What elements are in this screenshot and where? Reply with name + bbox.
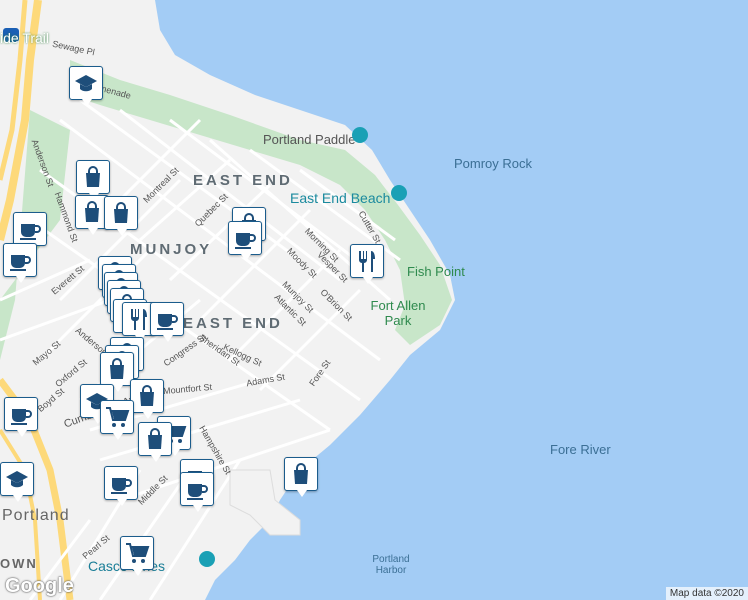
shopping-bag-pin[interactable] [138, 422, 172, 462]
beach-camera-icon[interactable] [391, 185, 407, 201]
fork-knife-pin[interactable] [350, 244, 384, 284]
coffee-cup-icon [8, 401, 34, 427]
portland-label: Portland [2, 507, 70, 524]
shopping-bag-pin[interactable] [76, 160, 110, 200]
google-logo: Google [5, 575, 74, 597]
fort-allen-park-label: Fort Allen Park [370, 298, 426, 328]
shopping-bag-icon [80, 164, 106, 190]
shopping-bag-icon [104, 356, 130, 382]
map-attribution[interactable]: Map data ©2020 [665, 587, 748, 600]
coffee-cup-icon [154, 306, 180, 332]
downtown-label: OWN [0, 556, 38, 571]
shopping-cart-icon [104, 404, 130, 430]
shopping-bag-pin[interactable] [284, 457, 318, 497]
coffee-cup-pin[interactable] [150, 302, 184, 342]
shopping-bag-pin[interactable] [130, 379, 164, 419]
shopping-bag-pin[interactable] [104, 196, 138, 236]
coffee-cup-icon [108, 470, 134, 496]
shopping-bag-icon [142, 426, 168, 452]
pomroy-rock-label: Pomroy Rock [454, 156, 533, 171]
shopping-bag-icon [134, 383, 160, 409]
fore-river-label: Fore River [550, 442, 611, 457]
graduation-cap-icon [73, 70, 99, 96]
fork-knife-icon [126, 306, 152, 332]
munjoy-label: MUNJOY [130, 241, 213, 258]
east-end-label: EAST END [193, 172, 293, 189]
portland-harbor-label: Portland Harbor [372, 554, 410, 576]
graduation-cap-icon [4, 466, 30, 492]
coffee-cup-pin[interactable] [228, 221, 262, 261]
fork-knife-icon [354, 248, 380, 274]
coffee-cup-icon [184, 476, 210, 502]
portland-paddle-label: Portland Paddle [263, 132, 356, 147]
coffee-cup-pin[interactable] [104, 466, 138, 506]
coffee-cup-icon [17, 216, 43, 242]
paddle-camera-icon[interactable] [352, 127, 368, 143]
shopping-bag-icon [288, 461, 314, 487]
coffee-cup-icon [232, 225, 258, 251]
coffee-cup-pin[interactable] [180, 472, 214, 512]
shopping-cart-pin[interactable] [120, 536, 154, 576]
shopping-bag-icon [79, 199, 105, 225]
graduation-cap-pin[interactable] [69, 66, 103, 106]
shopping-bag-pin[interactable] [100, 352, 134, 392]
trail-label: ide Trail [0, 30, 50, 46]
east-end-beach-label: East End Beach [290, 190, 391, 206]
east-end-label-2: EAST END [183, 315, 283, 332]
fish-point-label: Fish Point [407, 264, 465, 279]
coffee-cup-pin[interactable] [4, 397, 38, 437]
shopping-cart-icon [124, 540, 150, 566]
graduation-cap-pin[interactable] [0, 462, 34, 502]
shopping-cart-pin[interactable] [100, 400, 134, 440]
ferry-camera-icon[interactable] [199, 551, 215, 567]
coffee-cup-pin[interactable] [3, 243, 37, 283]
coffee-cup-icon [7, 247, 33, 273]
shopping-bag-icon [108, 200, 134, 226]
coffee-cup-pin[interactable] [13, 212, 47, 252]
